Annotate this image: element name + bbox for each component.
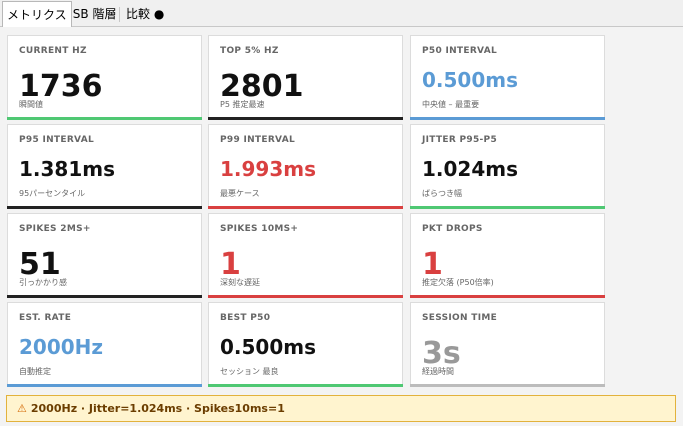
metric-card-p95-interval: P95 INTERVAL 1.381ms 95パーセンタイル (7, 124, 202, 209)
metric-value: 1.024ms (422, 157, 519, 181)
metric-caption: 深刻な遅延 (220, 278, 260, 287)
metric-card-pkt-drops: PKT DROPS 1 推定欠落 (P50倍率) (410, 213, 605, 298)
metric-card-spikes-2ms: SPIKES 2MS+ 51 引っかかり感 (7, 213, 202, 298)
metric-caption: 最悪ケース (220, 189, 260, 198)
tab-compare-label: 比較 ● (126, 7, 165, 21)
tab-metrics-label: メトリクス (7, 8, 67, 22)
tab-compare[interactable]: 比較 ● (122, 4, 168, 25)
metric-label: P99 INTERVAL (220, 135, 296, 145)
tab-bar: メトリクス USB 階層 比較 ● (0, 0, 683, 27)
tab-usb-hierarchy-label: USB 階層 (64, 7, 117, 21)
metric-caption: P5 推定最速 (220, 100, 265, 109)
metric-status-bar (208, 117, 403, 120)
metric-label: P95 INTERVAL (19, 135, 95, 145)
metric-label: SESSION TIME (422, 313, 498, 323)
metric-caption: 経過時間 (422, 367, 454, 376)
metric-status-bar (7, 117, 202, 120)
metric-caption: 推定欠落 (P50倍率) (422, 278, 494, 287)
status-banner: ⚠ 2000Hz · Jitter=1.024ms · Spikes10ms=1 (6, 395, 676, 422)
metric-card-top5-hz: TOP 5% HZ 2801 P5 推定最速 (208, 35, 403, 120)
status-text: 2000Hz · Jitter=1.024ms · Spikes10ms=1 (30, 402, 285, 415)
metric-label: TOP 5% HZ (220, 46, 279, 56)
metric-card-session-time: SESSION TIME 3s 経過時間 (410, 302, 605, 387)
metric-caption: 引っかかり感 (19, 278, 67, 287)
metric-status-bar (410, 384, 605, 387)
metric-card-p99-interval: P99 INTERVAL 1.993ms 最悪ケース (208, 124, 403, 209)
tab-metrics[interactable]: メトリクス (2, 1, 72, 27)
metric-value: 0.500ms (220, 335, 317, 359)
metric-status-bar (7, 295, 202, 298)
metric-value: 2000Hz (19, 335, 104, 359)
metric-card-best-p50: BEST P50 0.500ms セッション 最良 (208, 302, 403, 387)
metric-label: JITTER P95-P5 (422, 135, 498, 145)
metric-label: SPIKES 10MS+ (220, 224, 299, 234)
metric-caption: 瞬間値 (19, 100, 43, 109)
metric-caption: 中央値 – 最重要 (422, 100, 480, 109)
metric-label: SPIKES 2MS+ (19, 224, 91, 234)
metric-caption: ばらつき幅 (422, 189, 462, 198)
metric-value: 1.381ms (19, 157, 116, 181)
metric-card-est-rate: EST. RATE 2000Hz 自動推定 (7, 302, 202, 387)
metric-status-bar (208, 384, 403, 387)
metric-status-bar (208, 295, 403, 298)
metric-card-current-hz: CURRENT HZ 1736 瞬間値 (7, 35, 202, 120)
metric-label: PKT DROPS (422, 224, 483, 234)
metric-status-bar (7, 206, 202, 209)
metric-status-bar (410, 117, 605, 120)
metric-caption: 自動推定 (19, 367, 51, 376)
metric-caption: 95パーセンタイル (19, 189, 86, 198)
metric-label: CURRENT HZ (19, 46, 87, 56)
metric-value: 1.993ms (220, 157, 317, 181)
metric-label: EST. RATE (19, 313, 72, 323)
metric-card-p50-interval: P50 INTERVAL 0.500ms 中央値 – 最重要 (410, 35, 605, 120)
warning-icon: ⚠ (17, 402, 27, 415)
metric-status-bar (410, 295, 605, 298)
metric-value: 0.500ms (422, 68, 519, 92)
metric-label: P50 INTERVAL (422, 46, 498, 56)
metric-status-bar (7, 384, 202, 387)
metrics-panel: CURRENT HZ 1736 瞬間値 TOP 5% HZ 2801 P5 推定最速 P50… (0, 27, 683, 426)
metric-card-jitter: JITTER P95-P5 1.024ms ばらつき幅 (410, 124, 605, 209)
metric-card-spikes-10ms: SPIKES 10MS+ 1 深刻な遅延 (208, 213, 403, 298)
metric-caption: セッション 最良 (220, 367, 279, 376)
metric-status-bar (410, 206, 605, 209)
metric-label: BEST P50 (220, 313, 271, 323)
metric-status-bar (208, 206, 403, 209)
